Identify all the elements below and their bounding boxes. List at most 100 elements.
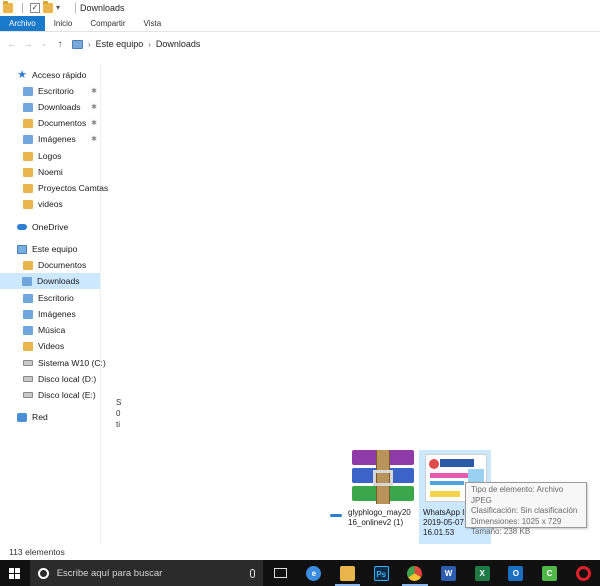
ribbon-tabs: Archivo Inicio Compartir Vista (0, 16, 600, 32)
nav-red[interactable]: Red (17, 409, 48, 425)
start-button[interactable] (0, 560, 30, 586)
nav-label: Escritorio (38, 293, 74, 303)
nav-item-imagenes[interactable]: Imágenes ✱ (23, 131, 101, 147)
nav-label: Acceso rápido (32, 70, 87, 80)
item-count: 113 elementos (9, 547, 65, 557)
tab-vista[interactable]: Vista (135, 16, 171, 31)
winrar-archive-icon (350, 450, 414, 504)
cloud-icon (17, 224, 27, 230)
pictures-folder-icon (23, 134, 33, 144)
tab-inicio[interactable]: Inicio (45, 16, 82, 31)
taskbar-file-explorer[interactable] (331, 560, 365, 586)
nav-item-pc-imagenes[interactable]: Imágenes (23, 306, 76, 322)
pin-icon[interactable]: ✱ (91, 119, 97, 127)
pin-icon[interactable]: ✱ (91, 103, 97, 111)
address-row: ← → ⌄ ↑ › Este equipo › Downloads (0, 33, 600, 55)
recent-chevron-icon[interactable]: ⌄ (36, 40, 52, 48)
outlook-icon: O (508, 565, 524, 581)
download-folder-icon (22, 276, 32, 286)
nav-item-drive-c[interactable]: Sistema W10 (C:) (23, 355, 106, 371)
nav-onedrive[interactable]: OneDrive (17, 219, 68, 235)
tab-compartir[interactable]: Compartir (81, 16, 134, 31)
taskbar: Escribe aquí para buscar e Ps W X O C (0, 560, 600, 586)
network-icon (17, 412, 27, 422)
nav-label: Disco local (E:) (38, 390, 96, 400)
nav-label: Red (32, 412, 48, 422)
taskbar-opera[interactable] (566, 560, 600, 586)
nav-item-pc-escritorio[interactable]: Escritorio (23, 290, 74, 306)
breadcrumb-downloads[interactable]: Downloads (156, 39, 201, 49)
nav-item-escritorio[interactable]: Escritorio ✱ (23, 83, 101, 99)
drive-icon (23, 392, 33, 398)
file-info-tooltip: Tipo de elemento: Archivo JPEG Clasifica… (465, 482, 587, 536)
pin-icon[interactable]: ✱ (91, 87, 97, 95)
chevron-right-icon[interactable]: › (148, 40, 151, 49)
folder-icon (23, 199, 33, 209)
nav-item-downloads[interactable]: Downloads ✱ (23, 99, 101, 115)
nav-label: Imágenes (38, 134, 76, 144)
stray-text: ti (116, 420, 120, 429)
address-bar[interactable]: › Este equipo › Downloads (72, 35, 600, 53)
task-view-button[interactable] (263, 560, 297, 586)
pictures-folder-icon (23, 309, 33, 319)
nav-label: Proyectos Camtas (38, 183, 109, 193)
taskbar-photoshop[interactable]: Ps (364, 560, 398, 586)
new-folder-icon[interactable] (43, 1, 53, 13)
tab-archivo[interactable]: Archivo (0, 16, 45, 31)
nav-label: videos (38, 199, 63, 209)
nav-label: Logos (38, 151, 62, 161)
stray-text: 0 (116, 409, 121, 418)
back-arrow-icon[interactable]: ← (4, 39, 20, 50)
file-list[interactable]: S 0 ti glyphlogo_may2016_onlinev2 (1) Wh… (102, 64, 600, 544)
nav-label: OneDrive (32, 222, 69, 232)
status-bar: 113 elementos (0, 544, 600, 560)
taskbar-camtasia[interactable]: C (533, 560, 567, 586)
taskbar-outlook[interactable]: O (499, 560, 533, 586)
windows-drive-icon (23, 360, 33, 366)
nav-quick-access[interactable]: ★ Acceso rápido (17, 67, 86, 83)
download-folder-icon (23, 102, 33, 112)
tooltip-type: Tipo de elemento: Archivo JPEG (471, 485, 564, 505)
taskbar-chrome[interactable] (398, 560, 432, 586)
search-placeholder: Escribe aquí para buscar (56, 567, 163, 579)
nav-item-drive-d[interactable]: Disco local (D:) (23, 371, 96, 387)
nav-item-videos-quick[interactable]: videos (23, 196, 63, 212)
nav-item-pc-videos[interactable]: Videos (23, 338, 64, 354)
word-icon: W (441, 565, 457, 581)
chevron-right-icon[interactable]: › (88, 40, 91, 49)
taskbar-edge[interactable]: e (297, 560, 331, 586)
nav-item-logos[interactable]: Logos (23, 148, 61, 164)
nav-item-proyectos-camtas[interactable]: Proyectos Camtas (23, 180, 108, 196)
windows-logo-icon (9, 567, 21, 579)
customize-toolbar-icon[interactable]: ▾ (56, 3, 66, 13)
nav-label: Escritorio (38, 86, 74, 96)
title-bar: ✓ ▾ Downloads (0, 0, 600, 16)
breadcrumb-este-equipo[interactable]: Este equipo (96, 39, 144, 49)
nav-item-documentos[interactable]: Documentos ✱ (23, 115, 101, 131)
documents-folder-icon (23, 118, 33, 128)
nav-item-pc-musica[interactable]: Música (23, 322, 65, 338)
file-tile[interactable]: glyphlogo_may2016_onlinev2 (1) (344, 450, 416, 544)
excel-icon: X (474, 565, 490, 581)
up-arrow-icon[interactable]: ↑ (52, 39, 68, 50)
drive-icon (23, 376, 33, 382)
folder-icon (23, 86, 33, 96)
forward-arrow-icon[interactable]: → (20, 39, 36, 50)
nav-item-noemi[interactable]: Noemi (23, 164, 63, 180)
taskbar-search[interactable]: Escribe aquí para buscar (29, 560, 264, 586)
nav-label: Downloads (37, 276, 80, 286)
nav-este-equipo[interactable]: Este equipo (17, 241, 77, 257)
edge-icon: e (306, 565, 322, 581)
folder-icon (23, 167, 33, 177)
nav-item-drive-e[interactable]: Disco local (E:) (23, 387, 96, 403)
tooltip-rating: Clasificación: Sin clasificación (471, 506, 578, 515)
loading-indicator (330, 514, 342, 517)
pin-icon[interactable]: ✱ (91, 135, 97, 143)
nav-item-pc-downloads[interactable]: Downloads (0, 273, 100, 289)
taskbar-excel[interactable]: X (465, 560, 499, 586)
taskbar-word[interactable]: W (432, 560, 466, 586)
nav-item-pc-documentos[interactable]: Documentos (23, 257, 86, 273)
microphone-icon[interactable] (250, 568, 256, 578)
camtasia-icon: C (542, 565, 557, 581)
properties-icon[interactable]: ✓ (30, 3, 40, 13)
